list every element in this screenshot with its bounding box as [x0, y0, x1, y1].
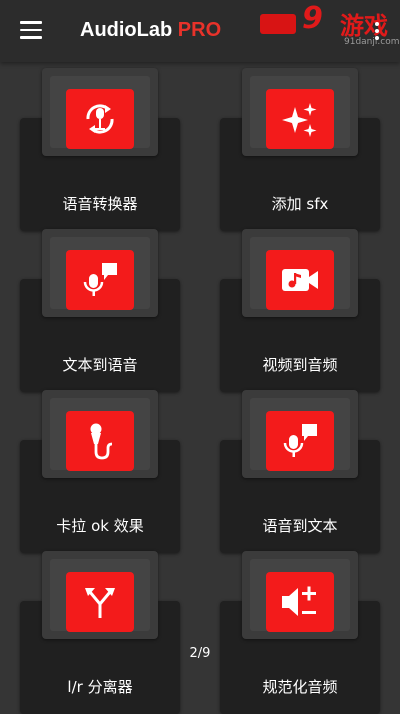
- app-title: AudioLab PRO: [80, 19, 221, 42]
- hamburger-menu-icon[interactable]: [20, 21, 42, 39]
- watermark-url: 91danji.com: [344, 37, 400, 47]
- split-arrows-icon: [66, 572, 134, 632]
- overflow-menu-icon[interactable]: [374, 22, 380, 40]
- top-app-bar: AudioLab PRO 9 游戏 91danji.com: [0, 0, 400, 62]
- tile-speech-to-text[interactable]: 语音到文本: [220, 390, 380, 553]
- tile-label: l/r 分离器: [67, 678, 133, 696]
- page-indicator: 2/9: [189, 646, 211, 661]
- karaoke-mic-icon: [66, 411, 134, 471]
- app-title-pro: PRO: [177, 19, 222, 41]
- video-music-icon: [266, 250, 334, 310]
- voice-changer-icon: [66, 89, 134, 149]
- tile-label: 添加 sfx: [271, 195, 329, 213]
- tile-add-sfx[interactable]: 添加 sfx: [220, 68, 380, 231]
- watermark-text: 游戏: [340, 12, 388, 40]
- mic-speech-icon: [66, 250, 134, 310]
- tile-label: 卡拉 ok 效果: [56, 517, 144, 535]
- tile-text-to-speech[interactable]: 文本到语音: [20, 229, 180, 392]
- tile-video-to-audio[interactable]: 视频到音频: [220, 229, 380, 392]
- watermark-badge: [260, 14, 296, 34]
- volume-plus-minus-icon: [266, 572, 334, 632]
- tile-label: 文本到语音: [62, 356, 138, 374]
- tile-karaoke[interactable]: 卡拉 ok 效果: [20, 390, 180, 553]
- tile-label: 规范化音频: [262, 678, 338, 696]
- tile-label: 视频到音频: [262, 356, 338, 374]
- tile-voice-changer[interactable]: 语音转换器: [20, 68, 180, 231]
- tile-label: 语音转换器: [62, 195, 138, 213]
- tile-label: 语音到文本: [262, 517, 338, 535]
- app-title-main: AudioLab: [80, 19, 173, 41]
- sparkles-icon: [266, 89, 334, 149]
- tile-lr-splitter[interactable]: l/r 分离器: [20, 551, 180, 714]
- tile-normalize-audio[interactable]: 规范化音频: [220, 551, 380, 714]
- watermark-number: 9: [302, 1, 323, 36]
- mic-bubble-icon: [266, 411, 334, 471]
